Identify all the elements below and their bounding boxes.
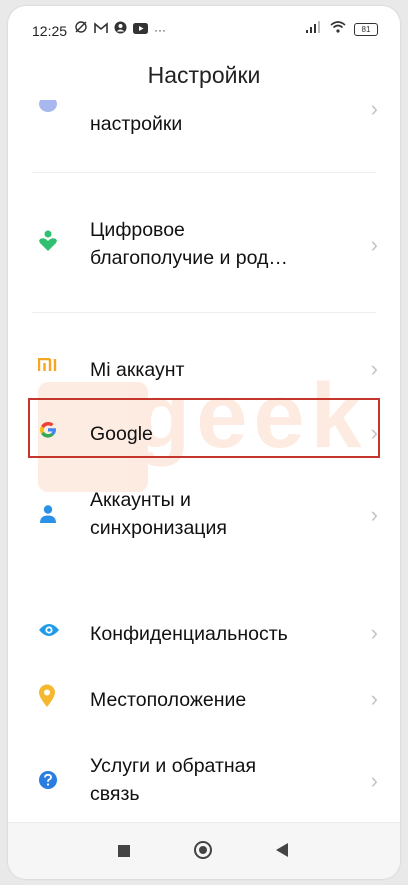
- settings-item-feedback[interactable]: Услуги и обратная связь ›: [8, 742, 400, 818]
- settings-item-label: Конфиденциальность: [90, 623, 288, 645]
- youtube-icon: [133, 21, 148, 39]
- signal-icon: [306, 20, 322, 38]
- chevron-right-icon: ›: [370, 768, 378, 793]
- settings-item-label: Аккаунты и синхронизация: [90, 489, 227, 539]
- settings-item-label: настройки: [90, 113, 183, 135]
- location-pin-icon: [38, 684, 56, 713]
- recent-apps-button[interactable]: [118, 845, 130, 857]
- settings-item-label: Услуги и обратная связь: [90, 755, 257, 805]
- settings-item-label: Цифровое благополучие и род…: [90, 219, 288, 269]
- settings-item-additional[interactable]: настройки ›: [8, 94, 400, 154]
- account-icon: [114, 21, 127, 39]
- phone-screen: 12:25 ··· 81 Настройки geek настройки › …: [8, 6, 400, 879]
- settings-item-location[interactable]: Местоположение ›: [8, 672, 400, 724]
- back-button[interactable]: [276, 843, 288, 857]
- navigation-bar: [8, 822, 400, 879]
- chevron-right-icon: ›: [370, 502, 378, 527]
- settings-item-label: Mi аккаунт: [90, 359, 185, 381]
- person-icon: [38, 504, 58, 529]
- battery-indicator: 81: [354, 22, 378, 36]
- mi-icon: [37, 357, 58, 377]
- more-notifications-icon: ···: [154, 22, 166, 37]
- settings-item-digital-wellbeing[interactable]: Цифровое благополучие и род… ›: [8, 206, 400, 282]
- settings-icon: [38, 96, 58, 119]
- settings-item-privacy[interactable]: Конфиденциальность ›: [8, 606, 400, 658]
- mail-icon: [94, 21, 108, 39]
- highlight-frame: [28, 398, 380, 458]
- heart-person-icon: [38, 230, 58, 257]
- status-time: 12:25: [32, 23, 68, 39]
- chevron-right-icon: ›: [370, 356, 378, 381]
- settings-item-label: Местоположение: [90, 689, 247, 711]
- alarm-off-icon: [74, 20, 88, 39]
- chevron-right-icon: ›: [370, 620, 378, 645]
- divider: [32, 172, 376, 173]
- page-title: Настройки: [147, 62, 261, 88]
- wifi-icon: [330, 20, 346, 38]
- chevron-right-icon: ›: [370, 686, 378, 711]
- home-button[interactable]: [194, 841, 212, 859]
- divider: [32, 312, 376, 313]
- status-bar: 12:25 ··· 81: [8, 6, 400, 52]
- chevron-right-icon: ›: [370, 96, 378, 121]
- chevron-right-icon: ›: [370, 232, 378, 257]
- help-icon: [38, 770, 58, 795]
- settings-item-mi-account[interactable]: Mi аккаунт ›: [8, 344, 400, 396]
- settings-item-accounts-sync[interactable]: Аккаунты и синхронизация ›: [8, 478, 400, 554]
- eye-icon: [38, 622, 60, 643]
